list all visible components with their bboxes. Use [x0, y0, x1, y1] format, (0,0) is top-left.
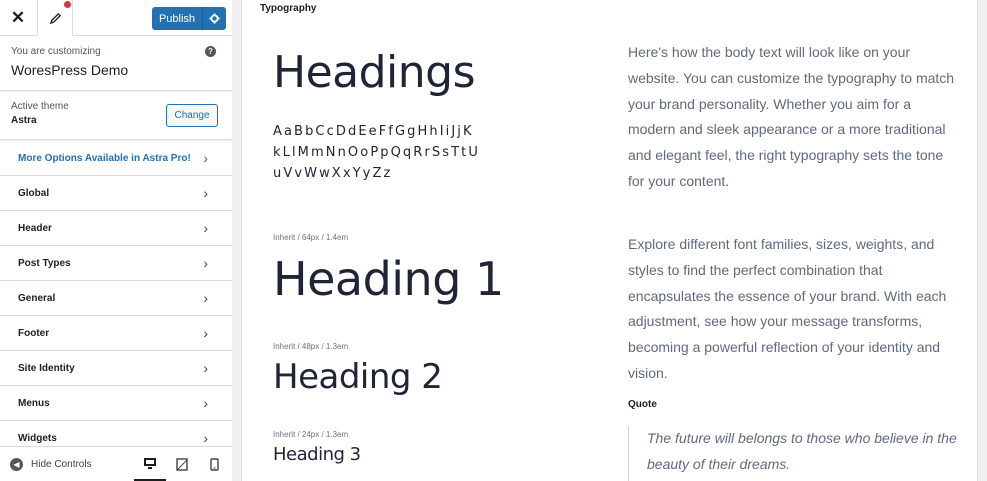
- customizer-header: ✕ Publish: [0, 0, 232, 36]
- change-theme-button[interactable]: Change: [166, 104, 218, 127]
- hide-controls-button[interactable]: ◀ Hide Controls: [0, 457, 92, 471]
- h2-meta: Inherit / 48px / 1.3em: [273, 342, 349, 351]
- customizer-sidebar: ✕ Publish You are customizing WoresPress…: [0, 0, 232, 481]
- sidebar-item-footer[interactable]: Footer ›: [0, 316, 232, 351]
- chevron-right-icon: ›: [203, 255, 208, 271]
- h3-meta: Inherit / 24px / 1.3em: [273, 430, 349, 439]
- site-title: WoresPress Demo: [11, 62, 129, 78]
- sidebar-item-site-identity[interactable]: Site Identity ›: [0, 351, 232, 386]
- chevron-right-icon: ›: [203, 150, 208, 166]
- heading-1-sample: Heading 1: [273, 252, 504, 306]
- chevron-right-icon: ›: [203, 360, 208, 376]
- sidebar-item-label: General: [18, 292, 56, 304]
- sidebar-item-label: Menus: [18, 397, 50, 409]
- customizing-label: You are customizing: [11, 46, 101, 57]
- sidebar-item-label: Global: [18, 187, 50, 199]
- publish-button[interactable]: Publish: [152, 7, 203, 30]
- collapse-left-icon: ◀: [10, 457, 23, 471]
- site-preview: Typography Headings AaBbCcDdEeFfGgHhIiJj…: [241, 0, 978, 481]
- heading-3-sample: Heading 3: [273, 444, 361, 465]
- sidebar-item-label: Site Identity: [18, 362, 75, 374]
- heading-2-sample: Heading 2: [273, 357, 443, 397]
- customizer-footer: ◀ Hide Controls: [0, 446, 232, 481]
- sidebar-item-label: More Options Available in Astra Pro!: [18, 152, 191, 164]
- sidebar-item-label: Header: [18, 222, 52, 234]
- hide-controls-label: Hide Controls: [31, 458, 92, 470]
- chevron-right-icon: ›: [203, 325, 208, 341]
- headings-title: Headings: [273, 47, 476, 98]
- sidebar-item-astra-pro[interactable]: More Options Available in Astra Pro! ›: [0, 141, 232, 176]
- chevron-right-icon: ›: [203, 220, 208, 236]
- chevron-right-icon: ›: [203, 395, 208, 411]
- active-theme-section: Active theme Astra Change: [0, 92, 232, 140]
- chevron-right-icon: ›: [203, 185, 208, 201]
- body-text-paragraph-1: Here's how the body text will look like …: [628, 44, 955, 189]
- sidebar-item-global[interactable]: Global ›: [0, 176, 232, 211]
- publish-group: Publish: [152, 7, 226, 30]
- section-title: Typography: [260, 3, 317, 14]
- chevron-right-icon: ›: [203, 430, 208, 446]
- close-icon[interactable]: ✕: [0, 0, 36, 35]
- desktop-icon[interactable]: [134, 447, 166, 481]
- quote-label: Quote: [628, 399, 657, 410]
- help-icon[interactable]: ?: [205, 46, 216, 57]
- sidebar-item-label: Post Types: [18, 257, 71, 269]
- gear-icon[interactable]: [203, 7, 226, 30]
- sidebar-item-post-types[interactable]: Post Types ›: [0, 246, 232, 281]
- sidebar-item-general[interactable]: General ›: [0, 281, 232, 316]
- h1-meta: Inherit / 64px / 1.4em: [273, 233, 349, 242]
- customizing-info: You are customizing WoresPress Demo ?: [0, 36, 232, 91]
- alphabet-line-3: uVvWwXxYyZz: [273, 166, 393, 181]
- sidebar-item-label: Footer: [18, 327, 50, 339]
- customizer-menu: More Options Available in Astra Pro! › G…: [0, 141, 232, 456]
- notification-dot: [64, 1, 71, 8]
- blockquote: The future will belongs to those who bel…: [628, 426, 958, 481]
- alphabet-line-1: AaBbCcDdEeFfGgHhIiJjK: [273, 124, 474, 139]
- sidebar-item-menus[interactable]: Menus ›: [0, 386, 232, 421]
- tablet-icon[interactable]: [166, 447, 198, 481]
- alphabet-line-2: kLlMmNnOoPpQqRrSsTtU: [273, 145, 480, 160]
- body-text-paragraph-2: Explore different font families, sizes, …: [628, 236, 947, 381]
- pencil-icon: [49, 12, 61, 24]
- chevron-right-icon: ›: [203, 290, 208, 306]
- brush-icon[interactable]: [37, 0, 73, 36]
- sidebar-item-label: Widgets: [18, 432, 57, 444]
- mobile-icon[interactable]: [198, 447, 230, 481]
- sidebar-item-header[interactable]: Header ›: [0, 211, 232, 246]
